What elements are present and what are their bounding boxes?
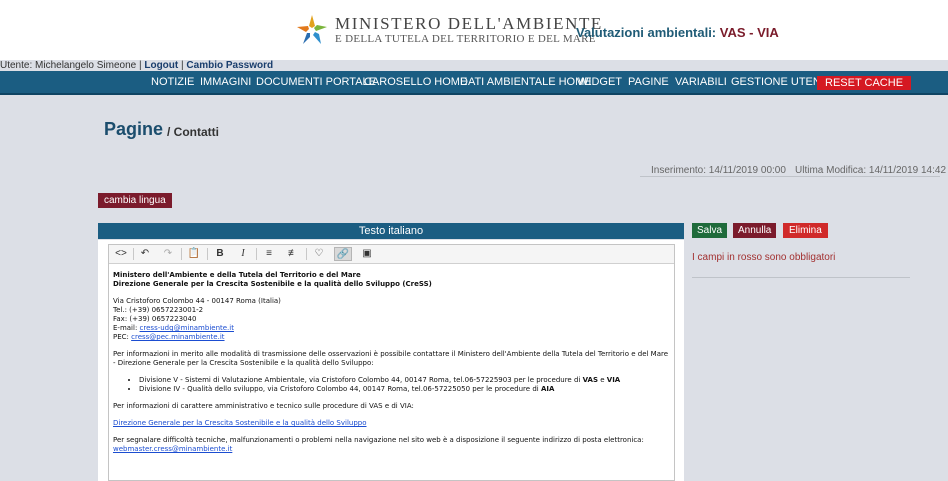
image-icon[interactable]: ▣ [358,247,376,261]
division-list: Divisione V - Sistemi di Valutazione Amb… [139,376,670,394]
undo-icon[interactable]: ↶ [136,247,154,261]
admin-paragraph: Per informazioni di carattere amministra… [113,402,414,410]
bookmark-icon[interactable]: ♡ [310,247,328,261]
change-password-link[interactable]: Cambio Password [186,60,273,71]
page-title: Pagine [104,119,164,139]
language-section-header: Testo italiano [98,223,684,239]
userbar-separator: | [181,60,184,71]
site-title-accent: VAS - VIA [719,25,779,40]
editor-toolbar: <> ↶ ↷ 📋 B I ≡ ≢ ♡ 🔗 ▣ [109,245,674,264]
nav-item-documenti-portale[interactable]: DOCUMENTI PORTALE [256,76,376,88]
and-label: e [600,376,605,384]
toolbar-separator [256,248,257,260]
address: Via Cristoforo Colombo 44 - 00147 Roma (… [113,297,281,305]
info-paragraph: Per informazioni in merito alle modalità… [113,350,669,367]
toolbar-separator [133,248,134,260]
toolbar-separator [306,248,307,260]
site-header: MINISTERO DELL'AMBIENTE E DELLA TUTELA D… [0,0,948,60]
list-item: Divisione V - Sistemi di Valutazione Amb… [139,376,670,385]
delete-button[interactable]: Elimina [783,223,828,238]
nav-item-variabili[interactable]: VARIABILI [675,76,727,88]
italic-icon[interactable]: I [234,247,252,261]
nav-item-pagine[interactable]: PAGINE [628,76,669,88]
list-item: Divisione IV - Qualità dello sviluppo, v… [139,385,670,394]
bullet-list-icon[interactable]: ≡ [260,247,278,261]
editor-container: <> ↶ ↷ 📋 B I ≡ ≢ ♡ 🔗 ▣ Ministero dell'Am… [98,240,684,481]
dg-link[interactable]: Direzione Generale per la Crescita Soste… [113,419,367,427]
required-fields-note: I campi in rosso sono obbligatori [692,252,836,263]
modified-date: Ultima Modifica: 14/11/2019 14:42 [795,165,947,176]
webmaster-link[interactable]: webmaster.cress@minambiente.it [113,445,232,453]
org-department: Direzione Generale per la Crescita Soste… [113,280,432,288]
meta-divider [640,176,940,177]
vas-label: VAS [582,376,598,384]
aia-label: AIA [540,385,555,393]
pec-link[interactable]: cress@pec.minambiente.it [131,333,224,341]
link-icon[interactable]: 🔗 [334,247,352,261]
telephone: Tel.: (+39) 0657223001-2 [113,306,204,314]
ministry-star-logo [297,15,327,44]
email-label: E-mail: [113,324,138,332]
nav-item-immagini[interactable]: IMMAGINI [200,76,251,88]
org-name: Ministero dell'Ambiente e della Tutela d… [113,271,361,279]
rich-text-editor: <> ↶ ↷ 📋 B I ≡ ≢ ♡ 🔗 ▣ Ministero dell'Am… [108,244,675,481]
user-bar: Utente: Michelangelo Simeone | Logout | … [0,60,273,71]
side-divider [692,277,910,278]
email-link[interactable]: cress-udg@minambiente.it [140,324,234,332]
nav-item-dati-ambientale-home[interactable]: DATI AMBIENTALE HOME [460,76,592,88]
ministry-subtitle: E DELLA TUTELA DEL TERRITORIO E DEL MARE [335,33,596,45]
nav-item-notizie[interactable]: NOTIZIE [151,76,194,88]
division-iv-text: Divisione IV - Qualità dello sviluppo, v… [139,385,539,393]
save-button[interactable]: Salva [692,223,728,238]
division-v-text: Divisione V - Sistemi di Valutazione Amb… [139,376,581,384]
via-label: VIA [606,376,621,384]
paste-icon[interactable]: 📋 [185,247,203,261]
cancel-button[interactable]: Annulla [733,223,777,238]
main-nav: NOTIZIE IMMAGINI DOCUMENTI PORTALE CAROS… [0,71,948,95]
tech-paragraph: Per segnalare difficoltà tecniche, malfu… [113,436,644,444]
redo-icon[interactable]: ↷ [159,247,177,261]
bold-icon[interactable]: B [211,247,229,261]
nav-item-carosello-home[interactable]: CAROSELLO HOME [364,76,467,88]
breadcrumb: / Contatti [167,125,219,139]
site-title: Valutazioni ambientali: VAS - VIA [576,25,779,40]
toolbar-separator [181,248,182,260]
inserted-date: Inserimento: 14/11/2019 00:00 [651,165,786,176]
pec-label: PEC: [113,333,129,341]
editor-content[interactable]: Ministero dell'Ambiente e della Tutela d… [109,264,674,454]
user-label: Utente: Michelangelo Simeone | [0,60,142,71]
ministry-title: MINISTERO DELL'AMBIENTE [335,14,603,33]
fax: Fax: (+39) 0657223040 [113,315,197,323]
reset-cache-button[interactable]: RESET CACHE [817,76,912,90]
change-language-button[interactable]: cambia lingua [98,193,172,208]
nav-item-widget[interactable]: WIDGET [578,76,622,88]
toolbar-separator [207,248,208,260]
code-view-icon[interactable]: <> [112,247,130,261]
site-title-label: Valutazioni ambientali: [576,25,717,40]
numbered-list-icon[interactable]: ≢ [284,247,302,261]
logout-link[interactable]: Logout [144,60,178,71]
nav-item-gestione-utenti[interactable]: GESTIONE UTENTI [731,76,831,88]
